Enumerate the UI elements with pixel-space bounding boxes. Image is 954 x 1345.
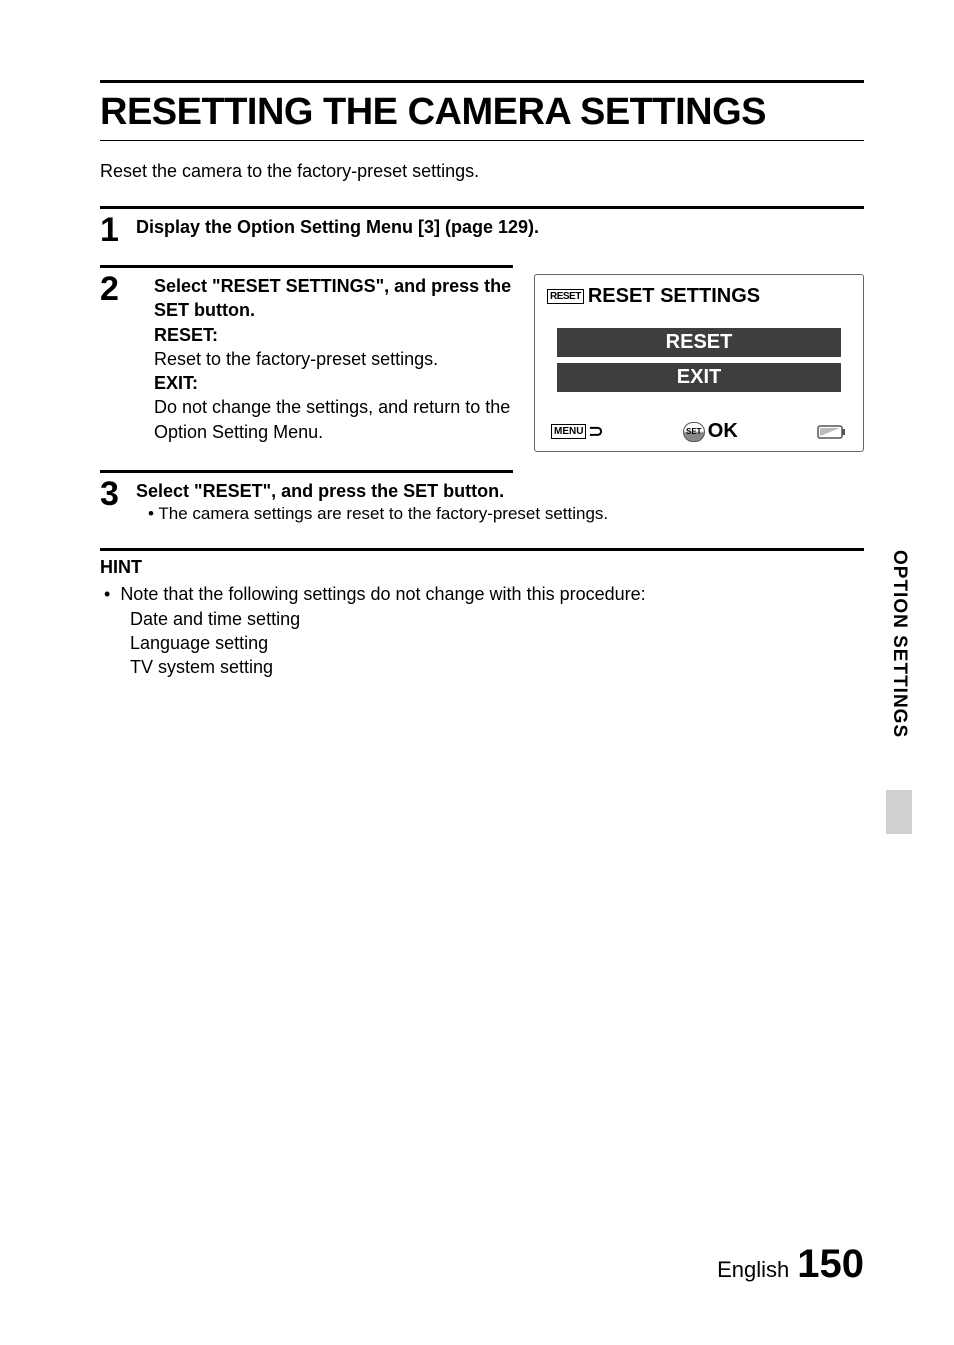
hint-item: TV system setting xyxy=(100,655,864,679)
step-1: 1 Display the Option Setting Menu [3] (p… xyxy=(100,215,864,247)
title-rule-bottom xyxy=(100,140,864,141)
hint-item: Date and time setting xyxy=(100,607,864,631)
hint-body: Note that the following settings do not … xyxy=(100,582,864,679)
title-rule-top xyxy=(100,80,864,83)
intro-text: Reset the camera to the factory-preset s… xyxy=(100,161,864,182)
step-number: 1 xyxy=(100,213,136,247)
screen-option-exit: EXIT xyxy=(557,363,841,392)
def-text-exit: Do not change the settings, and return t… xyxy=(154,395,516,444)
battery-icon xyxy=(817,424,847,440)
screen-title: RESET SETTINGS xyxy=(588,285,760,308)
def-label-reset: RESET: xyxy=(154,325,218,345)
hint-item: Language setting xyxy=(100,631,864,655)
step-3: 3 Select "RESET", and press the SET butt… xyxy=(100,479,864,526)
hint-rule xyxy=(100,548,864,551)
page-footer: English 150 xyxy=(717,1242,864,1287)
footer-language: English xyxy=(717,1257,789,1283)
hint-bullet: Note that the following settings do not … xyxy=(100,582,864,606)
reset-icon: RESET xyxy=(547,289,584,304)
step-number: 2 xyxy=(100,272,136,306)
step-bullet: The camera settings are reset to the fac… xyxy=(148,503,864,526)
step-instruction: Display the Option Setting Menu [3] (pag… xyxy=(136,217,539,237)
menu-icon: MENU xyxy=(551,424,586,439)
set-icon: SET xyxy=(683,422,705,442)
back-arrow-icon: ⊃ xyxy=(588,421,603,442)
step-instruction: Select "RESET SETTINGS", and press the S… xyxy=(154,274,516,323)
step-number: 3 xyxy=(100,477,136,511)
step-rule xyxy=(100,470,513,473)
footer-page-number: 150 xyxy=(797,1242,864,1287)
camera-screen: RESET RESET SETTINGS RESET EXIT MENU ⊃ S… xyxy=(534,274,864,452)
page-title: RESETTING THE CAMERA SETTINGS xyxy=(100,91,864,134)
def-label-exit: EXIT: xyxy=(154,373,198,393)
hint-label: HINT xyxy=(100,557,864,578)
side-tab-highlight xyxy=(886,790,912,834)
step-instruction: Select "RESET", and press the SET button… xyxy=(136,479,864,503)
step-2: 2 Select "RESET SETTINGS", and press the… xyxy=(100,274,864,452)
step-rule xyxy=(100,206,864,209)
screen-option-reset: RESET xyxy=(557,328,841,357)
def-text-reset: Reset to the factory-preset settings. xyxy=(154,347,516,371)
ok-label: OK xyxy=(708,420,738,443)
side-tab: OPTION SETTINGS xyxy=(888,550,910,738)
step-rule xyxy=(100,265,513,268)
